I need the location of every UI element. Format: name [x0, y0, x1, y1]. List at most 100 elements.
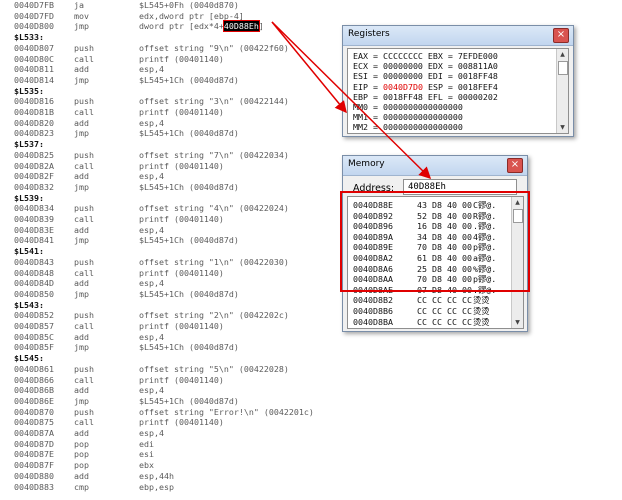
operand-text: $L545+1Ch (0040d87d) [139, 181, 239, 192]
operand-text: esp,44h [139, 470, 174, 481]
operand-text: offset string "Error!\n" (0042201c) [139, 406, 314, 417]
operand-text: printf (00401140) [139, 214, 224, 224]
instruction-operands: $L545+1Ch (0040d87d) [139, 341, 239, 353]
instruction-mnemonic: jmp [74, 74, 89, 85]
instruction-address: 0040D883 [14, 481, 54, 492]
operand-text: offset string "5\n" (00422028) [139, 363, 289, 374]
operand-text: offset string "1\n" (00422030) [139, 256, 289, 267]
instruction-operands: dword ptr [edx*4+40D88Eh] [139, 20, 264, 33]
operand-text: $L545+1Ch (0040d87d) [139, 74, 239, 85]
operand-text: printf (00401140) [139, 107, 224, 117]
instruction-operands: $L545+1Ch (0040d87d) [139, 288, 239, 300]
close-icon[interactable]: × [507, 158, 523, 173]
operand-text: edi [139, 438, 154, 449]
operand-text: offset string "2\n" (0042202c) [139, 310, 289, 321]
operand-text: $L545+0Fh (0040d870) [139, 0, 239, 10]
disassembly-view[interactable]: 0040D7FB ja $L545+0Fh (0040d870) 0040D7FD mo… [0, 0, 335, 500]
instruction-mnemonic: jmp [74, 21, 89, 32]
operand-text: $L545+1Ch (0040d87d) [139, 235, 239, 246]
operand-text: $L545+1Ch (0040d87d) [139, 395, 239, 406]
selected-jump-table-address[interactable]: 40D88Eh [222, 20, 260, 33]
scroll-down-icon[interactable]: ▼ [513, 318, 522, 327]
memory-highlight-box [340, 191, 530, 292]
registers-pane[interactable]: ▲ ▼ EAX = CCCCCCCC EBX = 7EFDE000 ECX = 0… [347, 48, 569, 134]
register-text: EBP = 0018FF48 EFL = 00000202 [353, 91, 498, 102]
operand-text: printf (00401140) [139, 53, 224, 64]
register-text: ESI = 00000000 EDI = 0018FF48 [353, 71, 498, 82]
instruction-mnemonic: jmp [74, 181, 89, 192]
memory-ascii: 烫烫 [473, 295, 490, 306]
operand-text: $L545+1Ch (0040d87d) [139, 342, 239, 353]
instruction-mnemonic: jmp [74, 342, 89, 353]
operand-text: esi [139, 449, 154, 460]
register-text: EIP = [353, 81, 383, 92]
operand-text: printf (00401140) [139, 160, 224, 171]
memory-ascii: 烫烫 [473, 306, 490, 316]
scroll-thumb[interactable] [558, 61, 568, 75]
register-text: MM0 = 0000000000000000 [353, 102, 463, 112]
scroll-down-icon[interactable]: ▼ [558, 123, 567, 132]
operand-text: printf (00401140) [139, 267, 224, 278]
register-row: EBP = 0018FF48 EFL = 00000202 [353, 92, 498, 102]
register-text: EAX = CCCCCCCC EBX = 7EFDE000 [353, 51, 498, 61]
instruction-operands: $L545+1Ch (0040d87d) [139, 74, 239, 86]
memory-titlebar[interactable]: Memory × [343, 156, 527, 176]
register-text: MM1 = 0000000000000000 [353, 112, 463, 123]
operand-text: esp,4 [139, 117, 164, 128]
register-row: MM1 = 0000000000000000 [353, 112, 463, 122]
memory-title: Memory [348, 159, 385, 169]
registers-scrollbar[interactable]: ▲ ▼ [556, 49, 568, 133]
register-row: ESI = 00000000 EDI = 0018FF48 [353, 71, 498, 81]
operand-text: esp,4 [139, 171, 164, 182]
operand-tail: ] [258, 21, 264, 32]
instruction-mnemonic: jmp [74, 235, 89, 246]
memory-bytes: CC CC CC CC [417, 306, 472, 316]
operand-text: esp,4 [139, 64, 164, 75]
operand-text: printf (00401140) [139, 417, 224, 428]
operand-text: esp,4 [139, 278, 164, 289]
operand-text: $L545+1Ch (0040d87d) [139, 288, 239, 299]
memory-address: 0040D8B2 [353, 295, 393, 306]
operand-text: printf (00401140) [139, 321, 224, 331]
memory-bytes: CC CC CC CC [417, 316, 472, 327]
register-row: EIP = 0040D7D0 ESP = 0018FEF4 [353, 82, 498, 92]
memory-address: 0040D8BA [353, 316, 393, 327]
operand-text: offset string "7\n" (00422034) [139, 149, 289, 160]
instruction-operands: $L545+1Ch (0040d87d) [139, 234, 239, 246]
operand-text: ebx [139, 460, 154, 471]
operand-text: offset string "9\n" (00422f60) [139, 42, 289, 53]
instruction-mnemonic: jmp [74, 128, 89, 139]
register-row: ECX = 00000000 EDX = 008811A0 [353, 61, 498, 71]
operand-text: offset string "4\n" (00422024) [139, 203, 289, 214]
changed-register-value: 0040D7D0 [382, 81, 423, 92]
registers-titlebar[interactable]: Registers × [343, 26, 573, 46]
instruction-mnemonic: cmp [74, 481, 89, 492]
instruction-operands: $L545+1Ch (0040d87d) [139, 181, 239, 193]
register-row: EAX = CCCCCCCC EBX = 7EFDE000 [353, 51, 498, 61]
instruction-mnemonic: jmp [74, 288, 89, 299]
scroll-up-icon[interactable]: ▲ [558, 50, 567, 59]
operand-text: esp,4 [139, 331, 164, 342]
operand-text: $L545+1Ch (0040d87d) [139, 128, 239, 139]
operand-text: esp,4 [139, 224, 164, 235]
instruction-operands: $L545+1Ch (0040d87d) [139, 127, 239, 139]
operand-text: esp,4 [139, 385, 164, 396]
operand-text: offset string "3\n" (00422144) [139, 96, 289, 107]
memory-address: 0040D8B6 [353, 306, 393, 316]
operand-text: dword ptr [edx*4+ [139, 21, 224, 32]
operand-text: edx,dword ptr [ebp-4] [139, 10, 244, 21]
register-text: ESP = 0018FEF4 [422, 81, 498, 92]
close-icon[interactable]: × [553, 28, 569, 43]
operand-text: ebp,esp [139, 481, 174, 492]
operand-text: esp,4 [139, 428, 164, 438]
register-row: MM0 = 0000000000000000 [353, 102, 463, 112]
registers-window[interactable]: Registers × ▲ ▼ EAX = CCCCCCCC EBX = 7EF… [342, 25, 574, 137]
memory-ascii: 烫烫 [473, 316, 490, 327]
instruction-operands: ebp,esp [139, 481, 174, 493]
register-text: ECX = 00000000 EDX = 008811A0 [353, 61, 498, 72]
register-text: MM2 = 0000000000000000 [353, 122, 463, 133]
registers-title: Registers [348, 29, 390, 39]
memory-bytes: CC CC CC CC [417, 295, 472, 306]
operand-text: printf (00401140) [139, 374, 224, 385]
register-row: MM2 = 0000000000000000 [353, 122, 463, 132]
